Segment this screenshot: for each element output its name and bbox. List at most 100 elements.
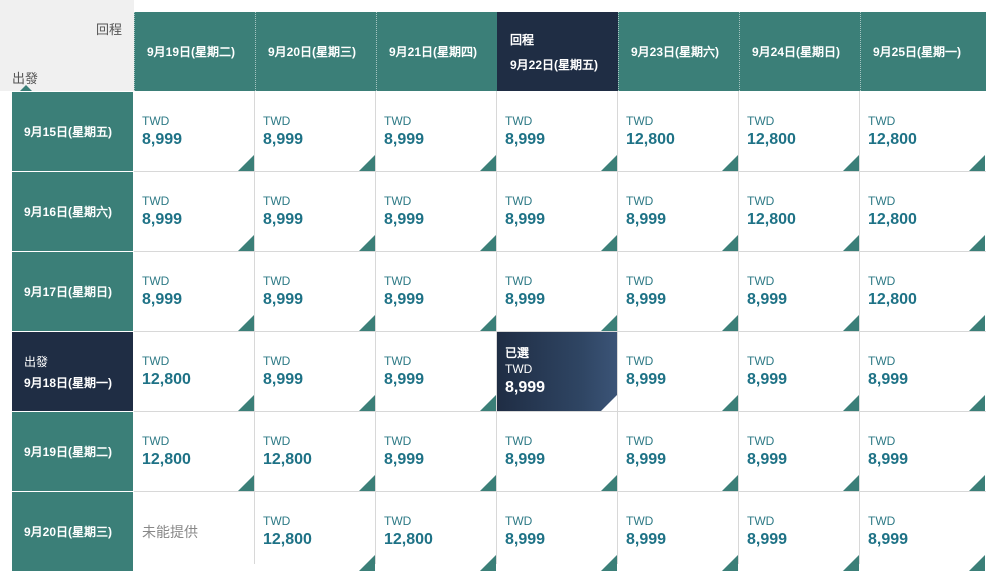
depart-date-label: 9月15日(星期五)	[24, 125, 113, 139]
currency-label: TWD	[505, 434, 533, 448]
fare-cell[interactable]: TWD 8,999	[618, 492, 738, 571]
currency-label: TWD	[142, 114, 170, 128]
fare-cell[interactable]: TWD 12,800	[255, 412, 375, 491]
fare-cell[interactable]: TWD 8,999	[497, 252, 617, 331]
fare-cell[interactable]: TWD 8,999	[497, 92, 617, 171]
currency-label: TWD	[868, 274, 896, 288]
fare-cell[interactable]: TWD 8,999	[739, 332, 859, 411]
fare-cell[interactable]: TWD 12,800	[134, 412, 254, 491]
currency-label: TWD	[384, 194, 412, 208]
fare-cell[interactable]: TWD 8,999	[134, 172, 254, 251]
corner-triangle-icon	[722, 395, 738, 411]
fare-cell[interactable]: TWD 12,800	[134, 332, 254, 411]
corner-triangle-icon	[722, 555, 738, 571]
corner-triangle-icon	[601, 155, 617, 171]
depart-date-label-cell[interactable]: 9月19日(星期二)	[12, 412, 133, 491]
fare-amount: 12,800	[868, 131, 917, 148]
fare-amount: 12,800	[747, 131, 796, 148]
fare-amount: 8,999	[868, 371, 909, 388]
return-date-header[interactable]: 9月20日(星期三)	[255, 12, 376, 91]
currency-label: TWD	[505, 114, 533, 128]
fare-amount: 8,999	[747, 531, 788, 548]
fare-cell[interactable]: TWD 8,999	[497, 412, 617, 491]
fare-cell[interactable]: TWD 12,800	[860, 92, 985, 171]
fare-amount: 8,999	[384, 291, 425, 308]
fare-amount: 8,999	[626, 451, 667, 468]
fare-cell[interactable]: TWD 8,999	[376, 332, 496, 411]
fare-cell[interactable]: TWD 8,999	[134, 92, 254, 171]
return-date-header[interactable]: 回程 9月22日(星期五)	[497, 12, 618, 91]
return-date-header[interactable]: 9月21日(星期四)	[376, 12, 497, 91]
fare-cell[interactable]: TWD 8,999	[739, 412, 859, 491]
fare-cell[interactable]: TWD 8,999	[860, 332, 985, 411]
currency-label: TWD	[747, 514, 775, 528]
currency-label: TWD	[384, 514, 412, 528]
depart-date-label-cell[interactable]: 9月17日(星期日)	[12, 252, 133, 331]
fare-amount: 8,999	[747, 291, 788, 308]
fare-amount: 8,999	[142, 131, 183, 148]
fare-cell[interactable]: TWD 8,999	[618, 332, 738, 411]
fare-cell[interactable]: TWD 8,999	[255, 172, 375, 251]
fare-cell[interactable]: TWD 8,999	[376, 252, 496, 331]
grid-divider	[134, 251, 986, 252]
grid-divider	[617, 91, 618, 564]
fare-cell[interactable]: TWD 8,999	[739, 492, 859, 571]
fare-cell[interactable]: TWD 12,800	[860, 252, 985, 331]
fare-amount: 12,800	[384, 531, 433, 548]
corner-triangle-icon	[359, 155, 375, 171]
fare-cell[interactable]: TWD 8,999	[255, 92, 375, 171]
fare-cell[interactable]: TWD 8,999	[497, 172, 617, 251]
corner-triangle-icon	[843, 155, 859, 171]
fare-cell[interactable]: TWD 8,999	[376, 172, 496, 251]
fare-amount: 8,999	[142, 291, 183, 308]
fare-cell-selected[interactable]: 已選 TWD 8,999	[497, 332, 617, 411]
return-date-header[interactable]: 9月25日(星期一)	[860, 12, 986, 91]
fare-cell[interactable]: TWD 8,999	[618, 412, 738, 491]
corner-triangle-icon	[480, 235, 496, 251]
corner-triangle-icon	[601, 395, 617, 411]
depart-date-label-cell[interactable]: 9月20日(星期三)	[12, 492, 133, 571]
depart-row-caption: 出發	[24, 354, 49, 369]
fare-cell[interactable]: TWD 8,999	[376, 92, 496, 171]
corner-triangle-icon	[238, 155, 254, 171]
return-date-header[interactable]: 9月19日(星期二)	[134, 12, 255, 91]
depart-date-label: 9月17日(星期日)	[24, 285, 113, 299]
fare-cell[interactable]: TWD 8,999	[739, 252, 859, 331]
return-date-header[interactable]: 9月24日(星期日)	[739, 12, 860, 91]
corner-triangle-icon	[722, 315, 738, 331]
fare-cell[interactable]: TWD 8,999	[255, 332, 375, 411]
currency-label: TWD	[263, 354, 291, 368]
grid-divider	[134, 331, 986, 332]
fare-cell[interactable]: TWD 12,800	[739, 172, 859, 251]
depart-date-label-cell[interactable]: 9月15日(星期五)	[12, 92, 133, 171]
corner-triangle-icon	[843, 395, 859, 411]
fare-cell[interactable]: TWD 8,999	[134, 252, 254, 331]
fare-cell[interactable]: TWD 12,800	[376, 492, 496, 571]
fare-cell[interactable]: TWD 8,999	[255, 252, 375, 331]
return-date-header[interactable]: 9月23日(星期六)	[618, 12, 739, 91]
corner-triangle-icon	[969, 395, 985, 411]
fare-cell[interactable]: TWD 8,999	[497, 492, 617, 571]
depart-date-label: 9月20日(星期三)	[24, 525, 113, 539]
depart-date-label-cell[interactable]: 9月16日(星期六)	[12, 172, 133, 251]
fare-cell[interactable]: TWD 8,999	[618, 172, 738, 251]
fare-cell[interactable]: TWD 12,800	[739, 92, 859, 171]
fare-cell[interactable]: TWD 12,800	[618, 92, 738, 171]
corner-triangle-icon	[359, 555, 375, 571]
depart-pointer-icon	[20, 85, 32, 91]
fare-cell[interactable]: TWD 8,999	[618, 252, 738, 331]
fare-cell[interactable]: TWD 8,999	[860, 492, 985, 571]
corner-triangle-icon	[969, 155, 985, 171]
fare-amount: 8,999	[263, 371, 304, 388]
fare-cell[interactable]: TWD 8,999	[860, 412, 985, 491]
fare-cell-unavailable: 未能提供	[134, 492, 254, 571]
grid-divider	[134, 171, 986, 172]
grid-divider	[738, 91, 739, 564]
corner-triangle-icon	[601, 235, 617, 251]
depart-date-label-cell[interactable]: 出發 9月18日(星期一)	[12, 332, 133, 411]
fare-cell[interactable]: TWD 8,999	[376, 412, 496, 491]
currency-label: TWD	[747, 434, 775, 448]
fare-cell[interactable]: TWD 12,800	[860, 172, 985, 251]
corner-triangle-icon	[969, 475, 985, 491]
fare-cell[interactable]: TWD 12,800	[255, 492, 375, 571]
